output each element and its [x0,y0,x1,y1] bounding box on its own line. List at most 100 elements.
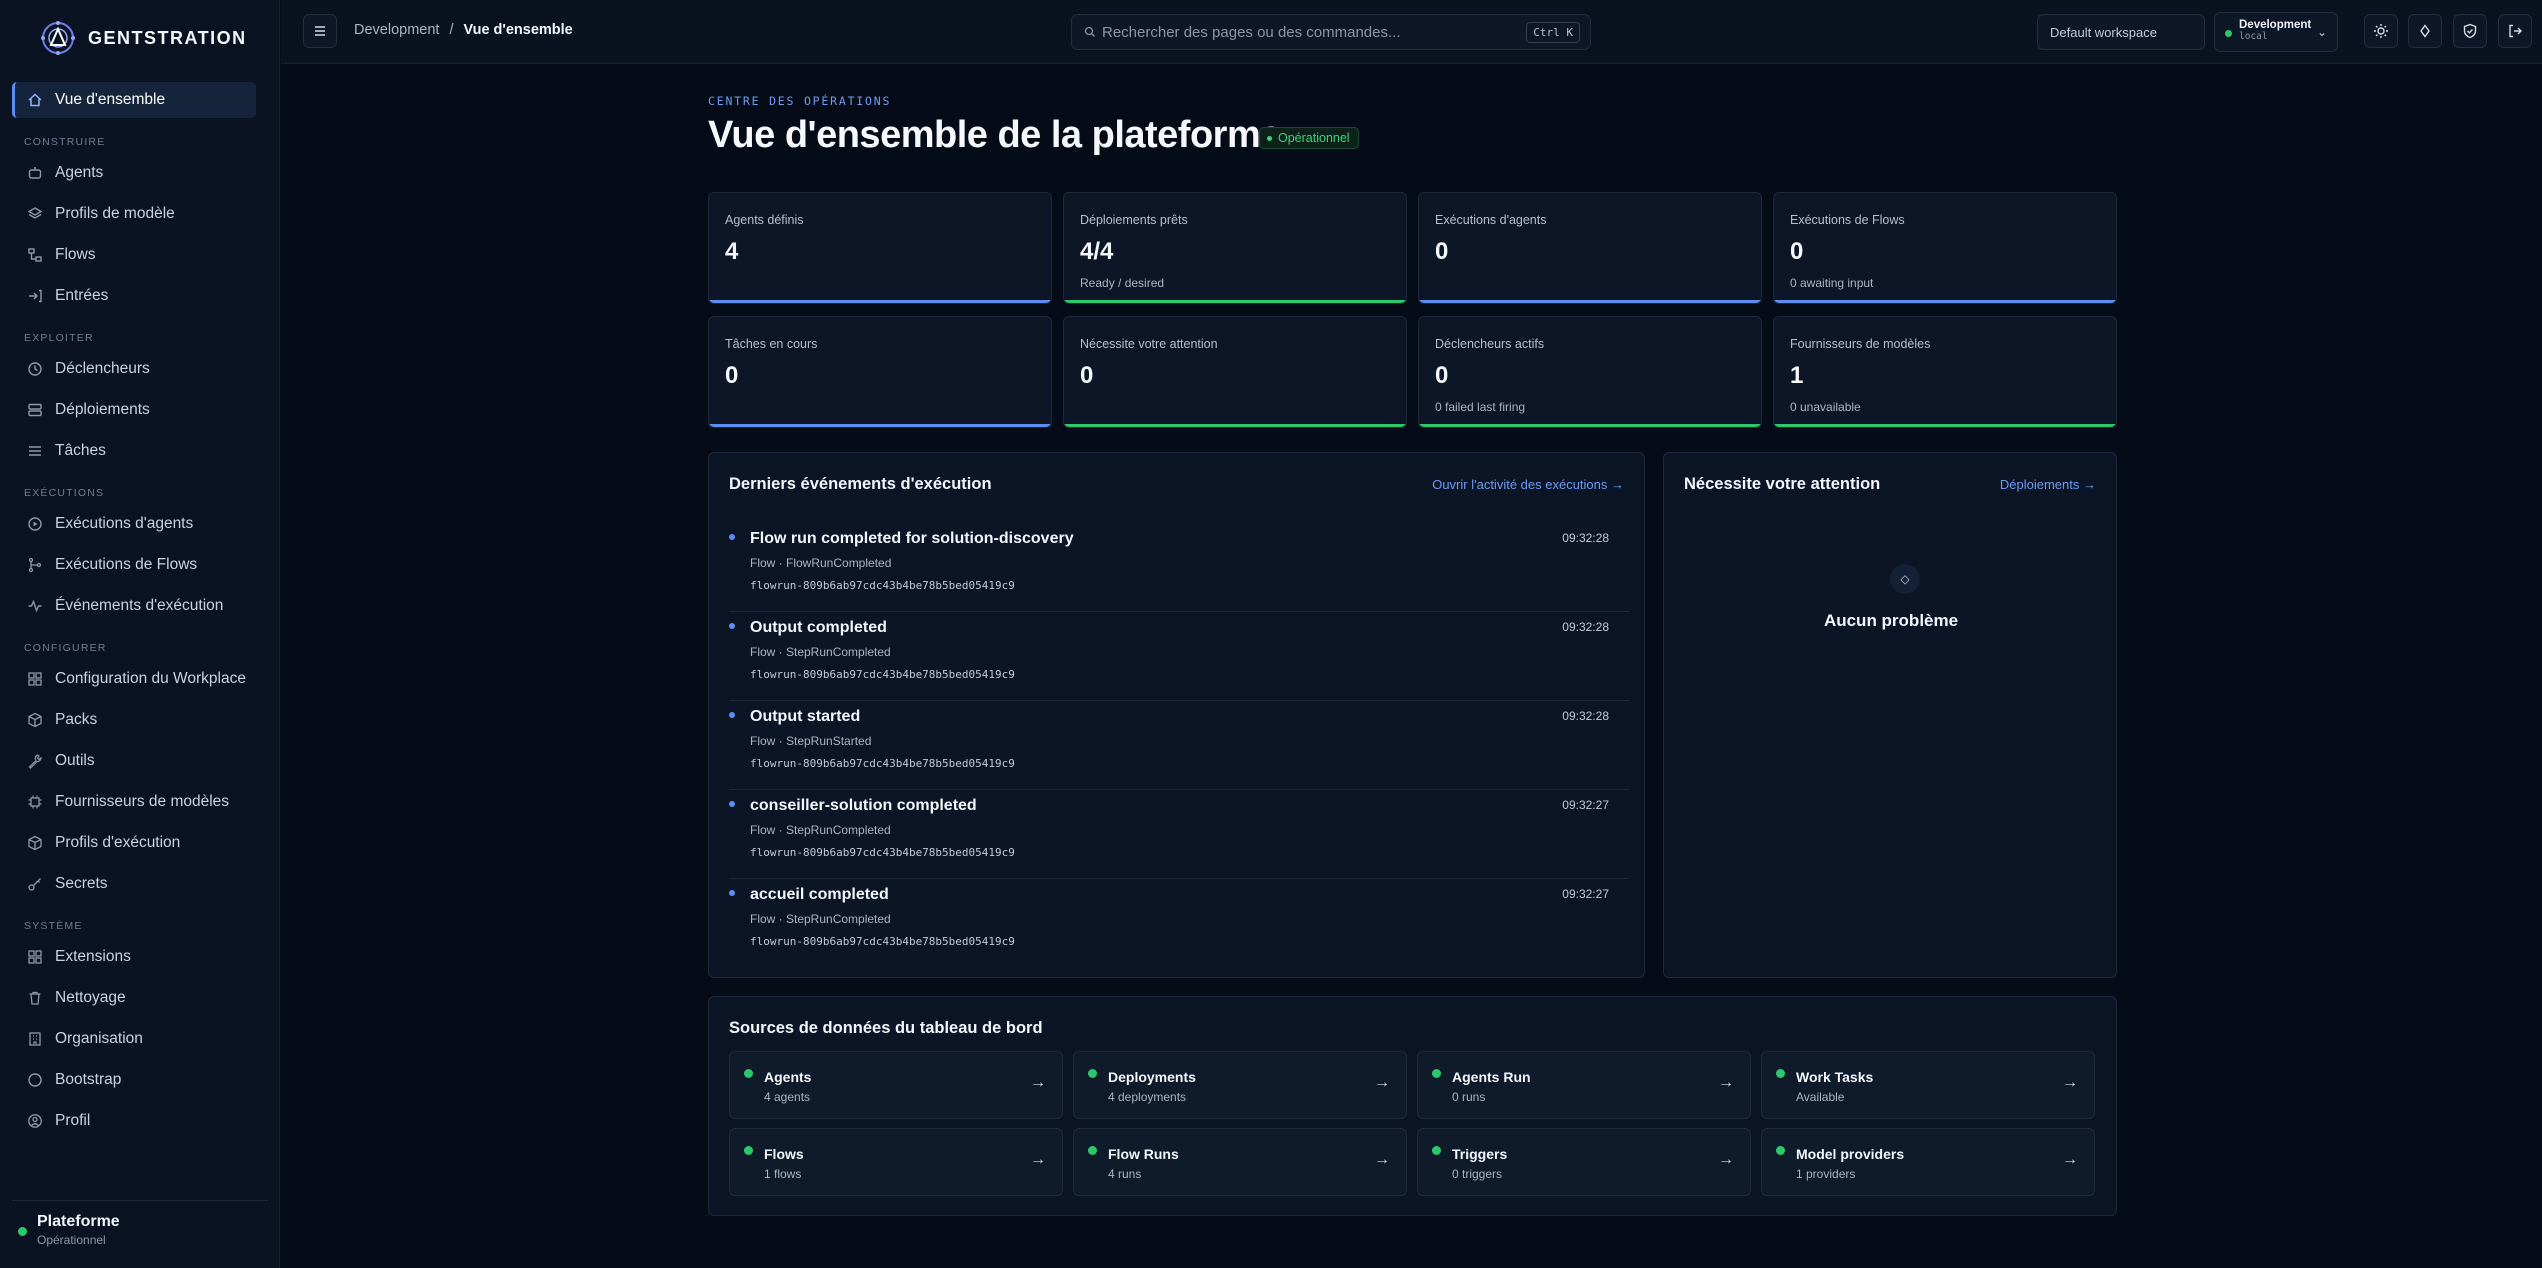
sidebar-item-label: Agents [55,164,104,181]
search-placeholder: Rechercher des pages ou des commandes... [1102,23,1401,41]
source-status-dot [1432,1069,1441,1078]
panel-title: Derniers événements d'exécution [729,475,992,493]
sidebar-item-run-profiles[interactable]: Profils d'exécution [12,825,256,861]
event-title: conseiller-solution completed [750,797,977,814]
sidebar-item-tasks[interactable]: Tâches [12,433,256,469]
environment-status-dot [2225,30,2232,37]
search-input[interactable]: Rechercher des pages ou des commandes...… [1071,14,1591,50]
theme-toggle-button[interactable] [2364,14,2398,48]
platform-status-text: Opérationnel [37,1233,106,1247]
sidebar-item-agent-runs[interactable]: Exécutions d'agents [12,506,256,542]
page-eyebrow: CENTRE DES OPÉRATIONS [708,94,892,108]
event-item[interactable]: Output completed Flow · StepRunCompleted… [729,612,1629,701]
sidebar-item-label: Configuration du Workplace [55,670,246,687]
source-card-deployments[interactable]: Deployments 4 deployments → [1073,1051,1407,1119]
nav-section-system: SYSTÈME [24,920,83,932]
source-card-agents[interactable]: Agents 4 agents → [729,1051,1063,1119]
source-name: Flows [764,1146,804,1162]
event-item[interactable]: accueil completed Flow · StepRunComplete… [729,879,1629,968]
stat-card-deployments[interactable]: Déploiements prêts 4/4 Ready / desired [1063,192,1407,304]
source-card-triggers[interactable]: Triggers 0 triggers → [1417,1128,1751,1196]
sidebar-item-organization[interactable]: Organisation [12,1021,256,1057]
sidebar-item-label: Bootstrap [55,1071,122,1088]
stat-value: 0 [1435,362,1449,389]
workspace-select[interactable]: Default workspace [2037,14,2205,50]
diamond-button[interactable] [2408,14,2442,48]
sidebar-item-run-events[interactable]: Événements d'exécution [12,588,256,624]
sidebar-item-overview[interactable]: Vue d'ensemble [12,82,256,118]
breadcrumb-parent[interactable]: Development [354,22,439,38]
sidebar-item-tools[interactable]: Outils [12,743,256,779]
event-meta: Flow · StepRunCompleted [750,645,891,659]
deployments-link[interactable]: Déploiements → [2000,477,2096,492]
sidebar-item-packs[interactable]: Packs [12,702,256,738]
platform-status: Plateforme Opérationnel [12,1200,268,1247]
diamond-icon [2420,24,2430,38]
stat-card-model-providers[interactable]: Fournisseurs de modèles 1 0 unavailable [1773,316,2117,428]
stat-label: Tâches en cours [725,337,818,351]
stat-card-agents[interactable]: Agents définis 4 [708,192,1052,304]
sidebar-item-bootstrap[interactable]: Bootstrap [12,1062,256,1098]
stat-label: Exécutions d'agents [1435,213,1547,227]
stat-card-agent-runs[interactable]: Exécutions d'agents 0 [1418,192,1762,304]
source-count: 1 flows [764,1167,802,1181]
environment-select[interactable]: Development local ⌄ [2214,12,2338,52]
sidebar-item-label: Profil [55,1112,91,1129]
app-logo[interactable]: GENTSTRATION [38,18,247,58]
sidebar-item-workplace-config[interactable]: Configuration du Workplace [12,661,256,697]
event-item[interactable]: Output started Flow · StepRunStarted flo… [729,701,1629,790]
logo-icon [41,21,75,55]
sidebar-item-inputs[interactable]: Entrées [12,278,256,314]
security-button[interactable] [2453,14,2487,48]
logout-button[interactable] [2498,14,2532,48]
stat-card-flow-runs[interactable]: Exécutions de Flows 0 0 awaiting input [1773,192,2117,304]
source-card-agents-run[interactable]: Agents Run 0 runs → [1417,1051,1751,1119]
cube-icon [26,835,43,852]
stat-card-tasks[interactable]: Tâches en cours 0 [708,316,1052,428]
source-card-flow-runs[interactable]: Flow Runs 4 runs → [1073,1128,1407,1196]
source-card-work-tasks[interactable]: Work Tasks Available → [1761,1051,2095,1119]
page-title: Vue d'ensemble de la plateforme [708,114,1281,156]
play-circle-icon [26,516,43,533]
source-name: Flow Runs [1108,1146,1179,1162]
source-name: Agents Run [1452,1069,1531,1085]
event-title: Flow run completed for solution-discover… [750,530,1074,547]
sidebar-item-profile[interactable]: Profil [12,1103,256,1139]
sidebar-item-model-profiles[interactable]: Profils de modèle [12,196,256,232]
sidebar-item-label: Tâches [55,442,106,459]
sidebar-item-agents[interactable]: Agents [12,155,256,191]
activity-icon [26,598,43,615]
event-meta: Flow · StepRunStarted [750,734,872,748]
open-run-activity-link[interactable]: Ouvrir l'activité des exécutions → [1432,477,1624,492]
clock-icon [26,361,43,378]
event-meta: Flow · StepRunCompleted [750,912,891,926]
sidebar-item-label: Déploiements [55,401,150,418]
sidebar-item-label: Exécutions d'agents [55,515,194,532]
sidebar-item-deployments[interactable]: Déploiements [12,392,256,428]
arrow-right-icon: → [1718,1151,1734,1168]
event-item[interactable]: conseiller-solution completed Flow · Ste… [729,790,1629,879]
sidebar-item-extensions[interactable]: Extensions [12,939,256,975]
arrow-right-icon: → [2062,1151,2078,1168]
sidebar-item-model-providers[interactable]: Fournisseurs de modèles [12,784,256,820]
event-meta: Flow · StepRunCompleted [750,823,891,837]
stat-card-triggers[interactable]: Déclencheurs actifs 0 0 failed last firi… [1418,316,1762,428]
user-icon [26,1113,43,1130]
menu-toggle-button[interactable] [303,14,337,48]
source-name: Triggers [1452,1146,1508,1162]
source-card-model-providers[interactable]: Model providers 1 providers → [1761,1128,2095,1196]
list-icon [26,443,43,460]
source-status-dot [1432,1146,1441,1155]
sidebar-item-triggers[interactable]: Déclencheurs [12,351,256,387]
stat-card-attention[interactable]: Nécessite votre attention 0 [1063,316,1407,428]
empty-state-text: Aucun problème [1823,611,1959,630]
sidebar-item-flows[interactable]: Flows [12,237,256,273]
source-card-flows[interactable]: Flows 1 flows → [729,1128,1063,1196]
sidebar-item-secrets[interactable]: Secrets [12,866,256,902]
source-status-dot [1088,1146,1097,1155]
sidebar-item-flow-runs[interactable]: Exécutions de Flows [12,547,256,583]
event-item[interactable]: Flow run completed for solution-discover… [729,523,1629,612]
sidebar-item-cleanup[interactable]: Nettoyage [12,980,256,1016]
source-count: 0 triggers [1452,1167,1503,1181]
chevron-down-icon: ⌄ [2316,25,2327,39]
